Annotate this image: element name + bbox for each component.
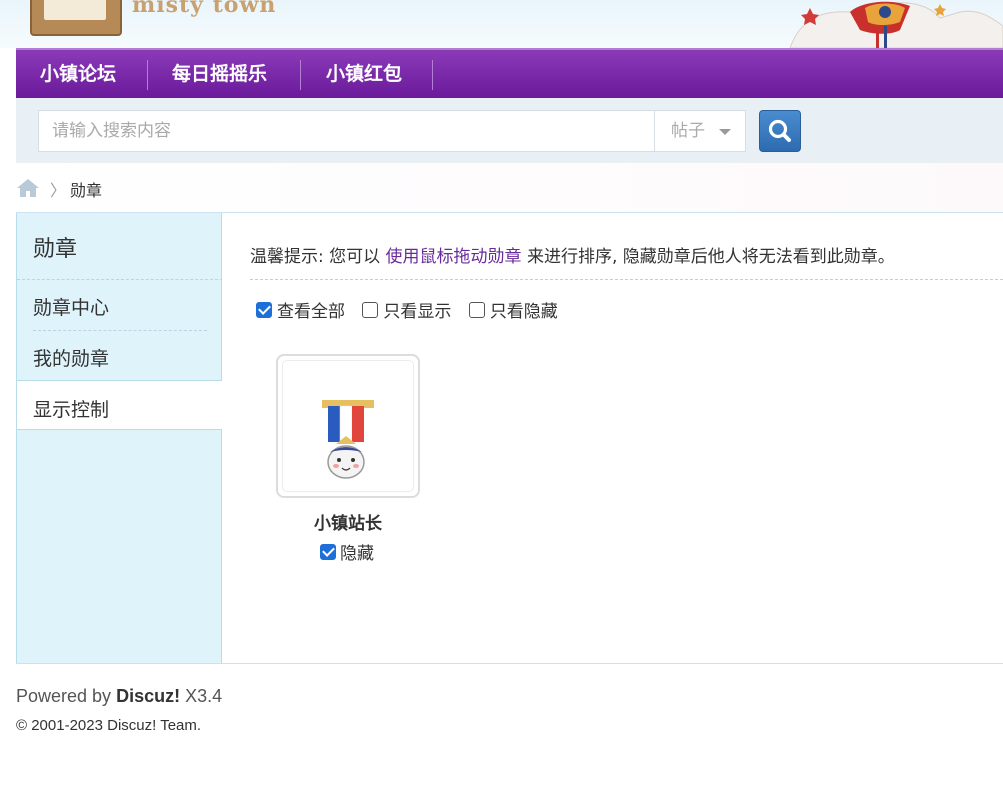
nav-item-red-packet[interactable]: 小镇红包 [326,50,402,98]
footer-powered-by: Powered by Discuz! X3.4 [16,686,222,707]
chevron-down-icon [719,129,731,135]
book-logo-icon [44,0,106,20]
drag-sort-link[interactable]: 使用鼠标拖动勋章 [386,247,522,267]
version-label: X3.4 [185,686,223,706]
divider [33,330,207,331]
search-bar: 请输入搜索内容 帖子 [16,98,1003,163]
discuz-link[interactable]: Discuz! [116,686,180,706]
medal-hide-option: 隐藏 [320,539,386,564]
nav-item-daily-shake[interactable]: 每日摇摇乐 [172,50,267,98]
sidebar-title: 勋章 [33,237,78,262]
breadcrumb-separator: 〉 [50,181,67,200]
filter-hidden-checkbox[interactable] [468,301,485,318]
nav-divider [300,60,301,90]
tip-suffix: 来进行排序, 隐藏勋章后他人将无法看到此勋章。 [526,247,895,267]
breadcrumb: 〉 勋章 [16,163,1003,212]
home-icon[interactable] [16,178,40,198]
search-button[interactable] [759,110,801,152]
site-banner: misty town [0,0,1003,48]
sidebar-item-label: 显示控制 [33,399,110,421]
site-logo[interactable] [30,0,122,36]
logo-text: misty town [132,0,277,18]
main-content: 温馨提示: 您可以 使用鼠标拖动勋章 来进行排序, 隐藏勋章后他人将无法看到此勋… [222,213,1003,663]
medal-hide-checkbox[interactable] [320,543,336,560]
sidebar-item-my-medals[interactable]: 我的勋章 [33,344,109,371]
medal-page: 勋章 勋章中心 我的勋章 显示控制 温馨提示: 您可以 使用鼠标拖动勋章 来进行… [16,212,1003,664]
powered-prefix: Powered by [16,686,112,706]
search-type-label: 帖子 [671,121,705,141]
search-icon [768,119,791,142]
main-nav: 小镇论坛 每日摇摇乐 小镇红包 [16,48,1003,98]
nav-item-forum[interactable]: 小镇论坛 [40,50,116,98]
divider [250,279,1003,280]
tip-prefix: 温馨提示: 您可以 [250,247,381,267]
breadcrumb-current[interactable]: 勋章 [70,177,102,201]
sidebar-item-medal-center[interactable]: 勋章中心 [33,293,109,320]
sidebar-item-display-control[interactable]: 显示控制 [17,380,223,430]
filter-all-label[interactable]: 查看全部 [277,302,345,322]
footer-copyright: © 2001-2023 Discuz! Team. [16,717,202,734]
filter-hidden-label[interactable]: 只看隐藏 [490,302,558,322]
tip-text: 温馨提示: 您可以 使用鼠标拖动勋章 来进行排序, 隐藏勋章后他人将无法看到此勋… [250,242,895,267]
medal-icon [322,400,374,479]
medal-card[interactable] [276,354,420,498]
filter-shown-checkbox[interactable] [362,301,379,318]
filter-shown-label[interactable]: 只看显示 [383,302,451,322]
filter-all-checkbox[interactable] [256,301,272,318]
search-type-select[interactable]: 帖子 [654,110,746,152]
nav-divider [432,60,433,90]
medal-name: 小镇站长 [314,514,382,534]
medal-hide-label[interactable]: 隐藏 [340,544,374,564]
nav-divider [147,60,148,90]
sidebar: 勋章 勋章中心 我的勋章 显示控制 [16,213,223,663]
search-input[interactable]: 请输入搜索内容 [38,110,654,152]
divider [17,279,223,280]
carousel-horse-illustration [789,1,1003,48]
filter-options: 查看全部 只看显示 只看隐藏 [256,297,570,322]
